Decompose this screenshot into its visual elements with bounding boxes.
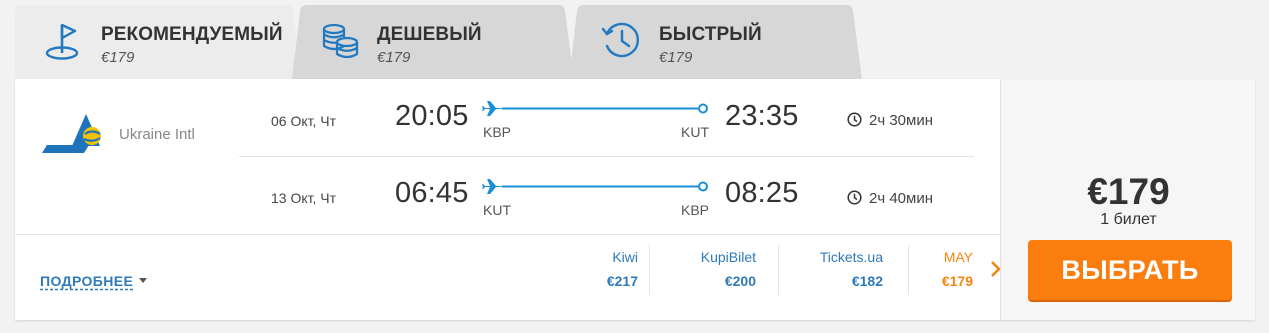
flight-date: 13 Окт, Чт	[271, 190, 337, 206]
tab-price: €179	[101, 49, 135, 66]
flight-duration: 2ч 30мин	[869, 112, 933, 129]
details-link[interactable]: ПОДРОБНЕЕ	[40, 273, 133, 289]
origin-code: KBP	[483, 124, 512, 140]
caret-down-icon[interactable]	[139, 278, 147, 283]
clock-icon	[847, 112, 862, 132]
destination-code: KUT	[681, 124, 709, 140]
destination-code: KBP	[681, 202, 710, 218]
agency-name: Kiwi	[612, 249, 638, 265]
tab-title: ДЕШЕВЫЙ	[377, 24, 482, 45]
departure-time: 20:05	[395, 100, 469, 132]
tickets-count: 1 билет	[1100, 211, 1157, 228]
departure-time: 06:45	[395, 177, 469, 209]
total-price: €179	[1087, 171, 1170, 212]
tab-price: €179	[377, 49, 411, 66]
price-panel: €179 1 билет ВЫБРАТЬ	[1000, 79, 1255, 320]
arrival-time: 08:25	[725, 177, 799, 209]
agency-name: KupiBilet	[700, 249, 756, 265]
tab-price: €179	[659, 49, 693, 66]
agency-separator	[908, 245, 909, 295]
agency-price: €182	[851, 273, 883, 289]
coins-icon	[322, 22, 360, 65]
tab-recommended[interactable]: РЕКОМЕНДУЕМЫЙ €179	[0, 5, 300, 79]
select-button[interactable]: ВЫБРАТЬ	[1028, 240, 1232, 300]
route-line	[482, 101, 708, 116]
agency-price: €217	[606, 273, 638, 289]
agency-price: €179	[941, 273, 973, 289]
agency-name: MAY	[943, 249, 973, 265]
agency-name: Tickets.ua	[819, 249, 883, 265]
agency-separator	[649, 245, 650, 295]
tab-fastest[interactable]: БЫСТРЫЙ €179	[569, 5, 862, 79]
flag-icon	[44, 21, 80, 66]
agency-offer[interactable]: Kiwi €217	[607, 249, 638, 289]
airline-name: Ukraine Intl	[119, 126, 195, 143]
clock-history-icon	[601, 20, 641, 65]
agency-price: €200	[724, 273, 756, 289]
flight-duration: 2ч 40мин	[869, 190, 933, 207]
clock-icon	[847, 190, 862, 210]
agency-separator	[778, 245, 779, 295]
footer-divider	[15, 234, 1000, 235]
agency-offer[interactable]: KupiBilet €200	[701, 249, 756, 289]
tab-title: РЕКОМЕНДУЕМЫЙ	[101, 24, 283, 45]
route-line	[482, 179, 708, 194]
flight-date: 06 Окт, Чт	[271, 113, 337, 129]
tab-title: БЫСТРЫЙ	[659, 24, 762, 45]
sort-tabs: РЕКОМЕНДУЕМЫЙ €179 ДЕШЕВЫЙ €179 БЫСТРЫЙ …	[0, 0, 1269, 80]
tab-cheapest[interactable]: ДЕШЕВЫЙ €179	[292, 5, 574, 79]
segment-divider	[239, 156, 974, 157]
agency-offer[interactable]: Tickets.ua €182	[820, 249, 883, 289]
airline-logo	[40, 112, 108, 159]
origin-code: KUT	[483, 202, 511, 218]
agency-offer[interactable]: MAY €179	[942, 249, 973, 289]
flight-offer-card: Ukraine Intl 06 Окт, Чт 20:05 KBP KUT 23…	[15, 79, 1255, 320]
arrival-time: 23:35	[725, 100, 799, 132]
